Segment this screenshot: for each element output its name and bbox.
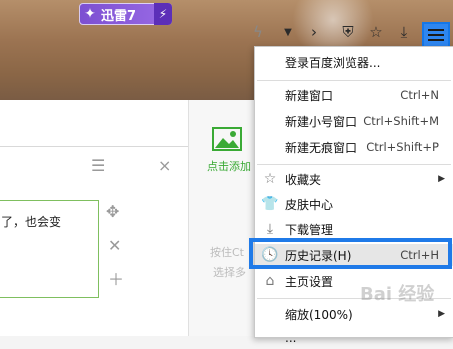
star-icon[interactable]: ☆ [366,22,386,42]
download-icon: ⤓ [266,221,274,237]
menu-separator [257,80,451,81]
watermark: Bai 经验 [360,284,435,305]
shield-icon[interactable]: ⛨ [338,22,358,42]
download-icon[interactable]: ⤓ [394,22,414,42]
move-icon[interactable]: ✥ [106,202,119,221]
menu-item-skins[interactable]: 👕 皮肤中心 [255,193,453,215]
menu-item-favorites[interactable]: ☆ 收藏夹 ▶ [255,168,453,190]
main-menu-button[interactable] [422,22,450,48]
forward-arrow-icon[interactable]: › [304,22,324,42]
menu-item-label: 缩放(100%) [285,307,353,322]
menu-item-label: ... [285,331,297,345]
menu-item-login[interactable]: 登录百度浏览器... [255,51,453,73]
add-label[interactable]: 点击添加 [207,158,251,174]
menu-item-new-small-window[interactable]: 新建小号窗口 Ctrl+Shift+M [255,110,453,132]
menu-item-shortcut: Ctrl+Shift+M [363,114,439,128]
xunlei-label: 迅雷7 [101,8,137,24]
xunlei-badge[interactable]: ✦ 迅雷7 ⚡ [79,3,172,25]
menu-separator [257,164,451,165]
menu-item-shortcut: Ctrl+N [400,88,439,102]
menu-item-label: 新建小号窗口 [285,114,358,129]
note-text: 了，也会变 [1,215,62,229]
menu-item-label: 皮肤中心 [285,197,334,212]
note-card[interactable]: 了，也会变 [0,200,99,298]
hint-line-1: 按住Ct [210,246,244,259]
menu-item-label: 新建窗口 [285,88,334,103]
menu-item-label: 主页设置 [285,274,334,289]
star-icon: ☆ [263,171,277,187]
lightning-icon: ⚡ [154,3,172,25]
menu-item-label: 下载管理 [285,222,334,237]
menu-item-label: 新建无痕窗口 [285,140,358,155]
menu-item-label: 登录百度浏览器... [285,55,381,70]
lightning-icon[interactable]: ϟ [248,22,268,42]
delete-icon[interactable]: ✕ [108,236,121,255]
menu-item-downloads[interactable]: ⤓ 下载管理 [255,218,453,240]
hint-line-2: 选择多 [213,266,246,279]
dropdown-arrow-icon[interactable]: ▼ [278,22,298,42]
list-icon[interactable]: ☰ [91,156,105,175]
menu-item-shortcut: Ctrl+Shift+P [366,140,439,154]
home-icon: ⌂ [265,273,275,289]
menu-item-more[interactable]: ... [255,327,453,349]
menu-item-new-incognito[interactable]: 新建无痕窗口 Ctrl+Shift+P [255,136,453,158]
add-icon[interactable]: ＋ [108,266,124,290]
shirt-icon: 👕 [261,196,279,212]
hamburger-icon [428,29,444,41]
panel-divider [0,146,188,147]
close-icon[interactable]: × [158,156,171,175]
menu-item-label: 收藏夹 [285,172,322,187]
menu-item-zoom[interactable]: 缩放(100%) ▶ [255,303,453,325]
menu-item-new-window[interactable]: 新建窗口 Ctrl+N [255,84,453,106]
image-icon[interactable] [207,124,247,154]
history-highlight-frame [249,238,452,269]
submenu-arrow-icon: ▶ [438,309,445,319]
submenu-arrow-icon: ▶ [438,174,445,184]
bird-icon: ✦ [84,6,96,22]
